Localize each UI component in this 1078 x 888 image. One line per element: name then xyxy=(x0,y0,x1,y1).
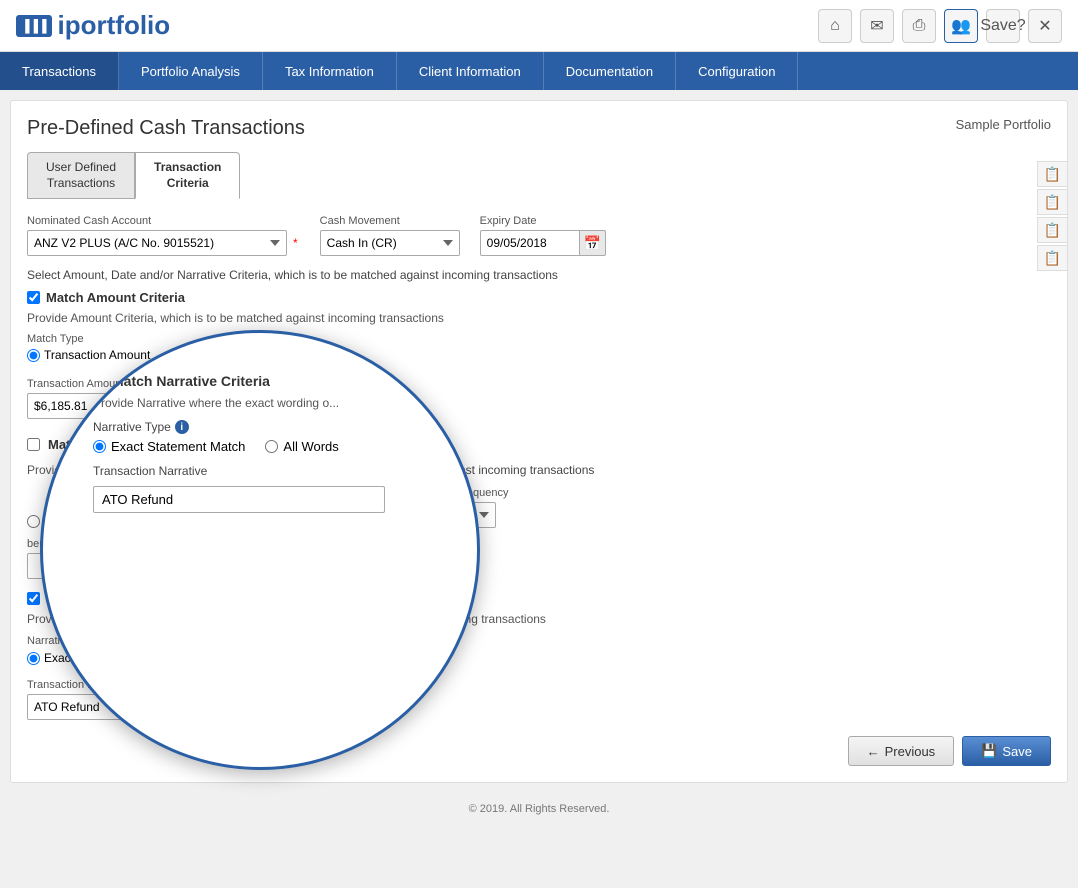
radio-transaction-amount[interactable] xyxy=(27,349,40,362)
mag-match-narrative-header: Match Narrative Criteria xyxy=(93,373,437,389)
radio-transaction-amount-label[interactable]: Transaction Amount xyxy=(27,348,150,362)
mag-transaction-narrative-group: Transaction Narrative xyxy=(93,464,437,513)
help-text: ? xyxy=(1017,17,1026,35)
mag-radio-exact-label[interactable]: Exact Statement Match xyxy=(93,439,245,454)
mag-radio-all-words[interactable] xyxy=(265,440,278,453)
nav-documentation[interactable]: Documentation xyxy=(544,52,676,90)
match-amount-header: Match Amount Criteria xyxy=(27,290,1051,305)
cash-movement-select[interactable]: Cash In (CR) xyxy=(320,230,460,256)
nav-bar: Transactions Portfolio Analysis Tax Info… xyxy=(0,52,1078,90)
previous-button[interactable]: ← ← Previous Previous xyxy=(848,736,955,766)
home-button[interactable]: ⌂ xyxy=(818,9,852,43)
calendar-button[interactable]: 📅 xyxy=(580,230,606,256)
footer: © 2019. All Rights Reserved. xyxy=(0,793,1078,825)
match-amount-title: Match Amount Criteria xyxy=(46,290,185,305)
page-header: Pre-Defined Cash Transactions Sample Por… xyxy=(27,117,1051,140)
mag-narrative-type-label-wrap: Narrative Type i xyxy=(93,420,437,434)
mag-match-narrative-text: Provide Narrative where the exact wordin… xyxy=(93,394,437,412)
portfolio-name: Sample Portfolio xyxy=(956,117,1051,132)
close-icon: ✕ xyxy=(1038,16,1051,36)
mail-icon: ✉ xyxy=(870,16,883,36)
doc-icon-4: 📋 xyxy=(1044,250,1061,267)
nav-transactions[interactable]: Transactions xyxy=(0,52,119,90)
doc-icon-3: 📋 xyxy=(1044,222,1061,239)
sidebar-doc-2[interactable]: 📋 xyxy=(1037,189,1067,215)
radio-transaction-amount-text: Transaction Amount xyxy=(44,348,150,362)
nominated-account-label: Nominated Cash Account xyxy=(27,215,300,227)
match-amount-checkbox[interactable] xyxy=(27,291,40,304)
select-criteria-text: Select Amount, Date and/or Narrative Cri… xyxy=(27,268,1051,282)
nav-tax-information[interactable]: Tax Information xyxy=(263,52,397,90)
mag-narrative-radios: Exact Statement Match All Words xyxy=(93,439,437,454)
required-asterisk-1: * xyxy=(293,236,298,250)
doc-icon-2: 📋 xyxy=(1044,194,1061,211)
top-header: ▐▐▐ iportfolio ⌂ ✉ ⎙ 👥 Save ? ✕ xyxy=(0,0,1078,52)
help-button[interactable]: Save ? xyxy=(986,9,1020,43)
sidebar-doc-4[interactable]: 📋 xyxy=(1037,245,1067,271)
logo-icon: ▐▐▐ xyxy=(16,15,52,37)
sidebar-doc-3[interactable]: 📋 xyxy=(1037,217,1067,243)
match-amount-text: Provide Amount Criteria, which is to be … xyxy=(27,311,1051,325)
mag-radio-exact-text: Exact Statement Match xyxy=(111,439,245,454)
mag-transaction-narrative-label: Transaction Narrative xyxy=(93,464,437,478)
nominated-account-select[interactable]: ANZ V2 PLUS (A/C No. 9015521) xyxy=(27,230,287,256)
mag-narrative-type-info[interactable]: i xyxy=(175,420,189,434)
page-title: Pre-Defined Cash Transactions xyxy=(27,117,305,140)
cash-movement-group: Cash Movement Cash In (CR) xyxy=(320,215,460,256)
magnifier-overlay: Match Narrative Criteria Provide Narrati… xyxy=(40,330,480,770)
calendar-icon: 📅 xyxy=(583,235,600,252)
magnifier-content: Match Narrative Criteria Provide Narrati… xyxy=(93,373,437,727)
mag-match-narrative-title: Match Narrative Criteria xyxy=(112,373,270,389)
footer-text: © 2019. All Rights Reserved. xyxy=(469,803,610,815)
close-button[interactable]: ✕ xyxy=(1028,9,1062,43)
nav-portfolio-analysis[interactable]: Portfolio Analysis xyxy=(119,52,263,90)
sidebar-icons: 📋 📋 📋 📋 xyxy=(1037,161,1067,271)
mag-radio-all-words-text: All Words xyxy=(283,439,338,454)
users-icon: 👥 xyxy=(951,16,971,36)
tab-bar: User Defined Transactions Transaction Cr… xyxy=(27,152,1051,199)
match-date-checkbox[interactable] xyxy=(27,438,40,451)
save-icon: 💾 xyxy=(981,743,997,759)
mail-button[interactable]: ✉ xyxy=(860,9,894,43)
help-icon: Save xyxy=(980,17,1016,35)
users-button[interactable]: 👥 xyxy=(944,9,978,43)
cash-movement-label: Cash Movement xyxy=(320,215,460,227)
doc-icon-1: 📋 xyxy=(1044,166,1061,183)
logo-text: iportfolio xyxy=(58,10,171,41)
arrow-left-icon: ← xyxy=(867,744,880,759)
radio-exact-match[interactable] xyxy=(27,652,40,665)
home-icon: ⌂ xyxy=(830,17,840,35)
tab-user-defined[interactable]: User Defined Transactions xyxy=(27,152,135,199)
mag-transaction-narrative-input[interactable] xyxy=(93,486,385,513)
mag-radio-exact[interactable] xyxy=(93,440,106,453)
header-icons: ⌂ ✉ ⎙ 👥 Save ? ✕ xyxy=(818,9,1062,43)
match-narrative-checkbox[interactable] xyxy=(27,592,40,605)
nav-client-information[interactable]: Client Information xyxy=(397,52,544,90)
tab-transaction-criteria[interactable]: Transaction Criteria xyxy=(135,152,240,199)
nav-configuration[interactable]: Configuration xyxy=(676,52,798,90)
mag-narrative-type-label: Narrative Type xyxy=(93,420,171,434)
form-row-1: Nominated Cash Account ANZ V2 PLUS (A/C … xyxy=(27,215,1051,256)
radio-num-transactions[interactable] xyxy=(27,515,40,528)
mag-radio-all-words-label[interactable]: All Words xyxy=(265,439,338,454)
print-button[interactable]: ⎙ xyxy=(902,9,936,43)
print-icon: ⎙ xyxy=(913,17,926,35)
match-type-label: Match Type xyxy=(27,333,1051,345)
expiry-date-wrap: 📅 xyxy=(480,230,606,256)
nominated-account-group: Nominated Cash Account ANZ V2 PLUS (A/C … xyxy=(27,215,300,256)
logo: ▐▐▐ iportfolio xyxy=(16,10,170,41)
expiry-date-group: Expiry Date 📅 xyxy=(480,215,606,256)
expiry-date-input[interactable] xyxy=(480,230,580,256)
sidebar-doc-1[interactable]: 📋 xyxy=(1037,161,1067,187)
save-button[interactable]: 💾 Save xyxy=(962,736,1051,766)
expiry-date-label: Expiry Date xyxy=(480,215,606,227)
